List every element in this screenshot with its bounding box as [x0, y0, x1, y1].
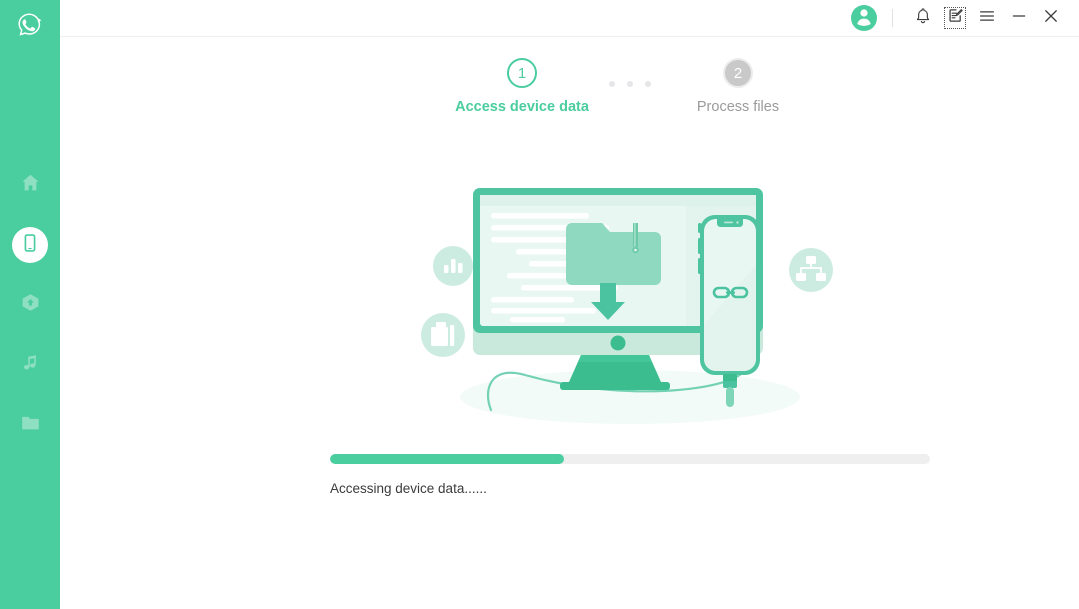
step-1-label: Access device data: [455, 99, 589, 115]
progress-bar-track[interactable]: [330, 454, 930, 464]
sidebar-item-home[interactable]: [0, 155, 60, 215]
user-avatar[interactable]: [851, 5, 877, 31]
menu-button[interactable]: [972, 3, 1002, 33]
bar-chart-badge-icon: [433, 246, 473, 286]
music-note-icon: [20, 353, 40, 378]
sidebar-item-device[interactable]: [0, 215, 60, 275]
hamburger-menu-icon: [978, 7, 996, 30]
notifications-button[interactable]: [908, 3, 938, 33]
close-button[interactable]: [1036, 3, 1066, 33]
sidebar: [0, 0, 60, 609]
minimize-button[interactable]: [1004, 3, 1034, 33]
titlebar-divider: [892, 9, 893, 27]
sitemap-hierarchy-badge-icon: [789, 248, 833, 292]
whatsapp-transfer-logo-icon: [15, 11, 45, 46]
feedback-focus-outline: [944, 7, 966, 29]
step-2-number: 2: [723, 58, 753, 88]
feedback-edit-icon: [948, 8, 963, 28]
user-avatar-icon: [851, 3, 877, 34]
feedback-button[interactable]: [940, 3, 970, 33]
sidebar-item-device-bubble: [12, 227, 48, 263]
progress-section: Accessing device data......: [330, 454, 930, 496]
step-access-device-data: 1 Access device data: [402, 58, 642, 115]
step-indicator: 1 Access device data 2 Process files: [60, 58, 1079, 138]
app-logo: [0, 6, 60, 50]
close-icon: [1042, 7, 1060, 30]
progress-status-text: Accessing device data......: [330, 481, 487, 496]
app-window: 1 Access device data 2 Process files Acc…: [0, 0, 1079, 609]
sidebar-item-backup-bubble: [12, 287, 48, 323]
sidebar-item-home-bubble: [12, 167, 48, 203]
progress-bar-fill: [330, 454, 564, 464]
sidebar-item-files[interactable]: [0, 395, 60, 455]
minimize-icon: [1010, 7, 1028, 30]
sidebar-item-backup[interactable]: [0, 275, 60, 335]
step-process-files: 2 Process files: [618, 58, 858, 115]
sidebar-item-media[interactable]: [0, 335, 60, 395]
connector-dot: [609, 81, 615, 87]
zipped-folder-icon: [566, 223, 661, 285]
step-2-label: Process files: [696, 99, 780, 115]
archive-box-badge-icon: [421, 313, 465, 357]
sidebar-item-files-bubble: [12, 407, 48, 443]
titlebar: [60, 0, 1079, 37]
phone-device-icon: [20, 233, 40, 258]
folder-icon: [20, 412, 41, 438]
step-1-number: 1: [507, 58, 537, 88]
home-icon: [20, 172, 41, 198]
device-to-computer-transfer-illustration: [395, 175, 855, 435]
monitor-stand-base: [560, 382, 670, 390]
main-content: 1 Access device data 2 Process files Acc…: [60, 0, 1079, 609]
bell-icon: [914, 7, 932, 30]
cloud-backup-icon: [20, 292, 41, 318]
sidebar-nav: [0, 155, 60, 455]
sidebar-item-media-bubble: [12, 347, 48, 383]
